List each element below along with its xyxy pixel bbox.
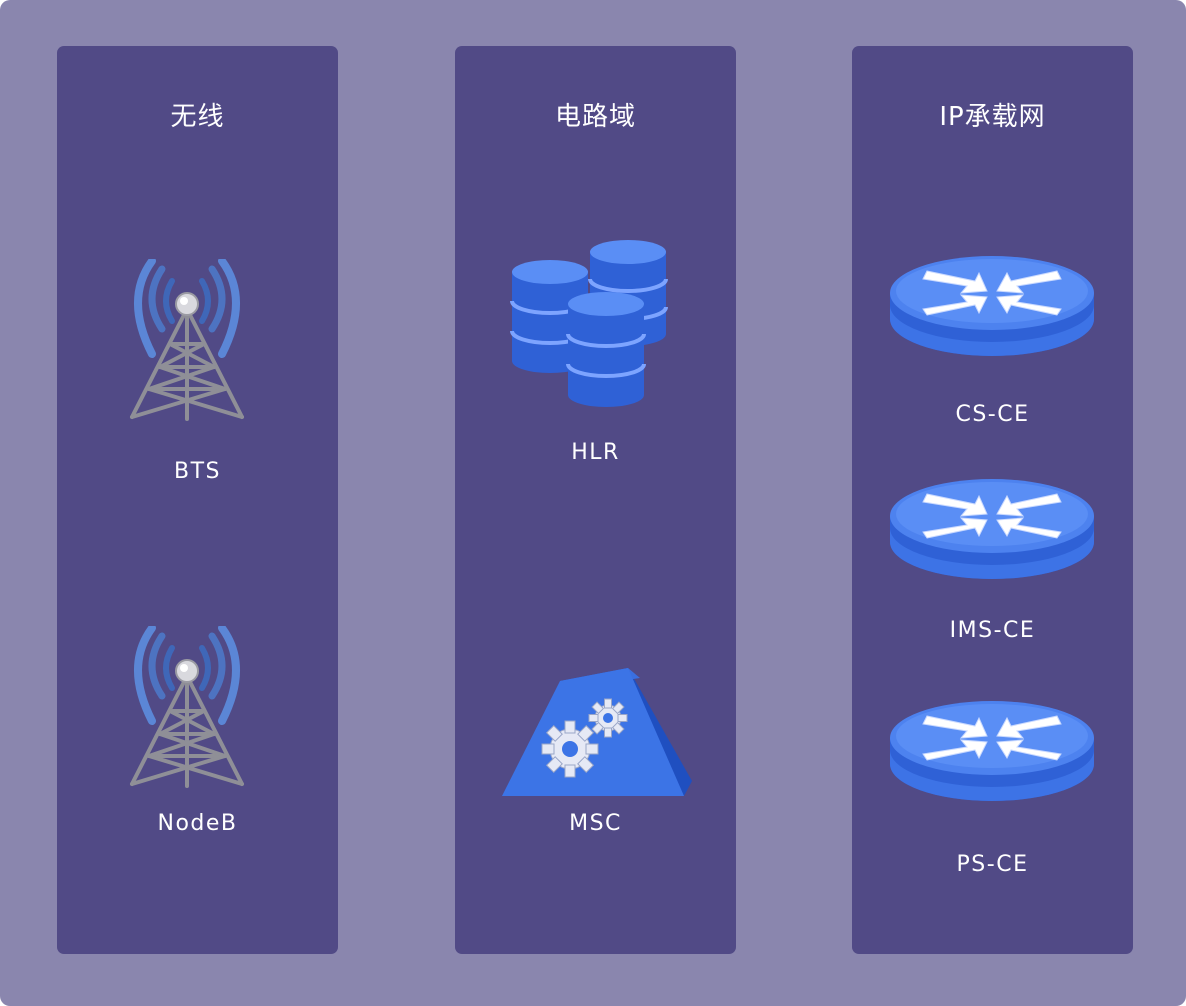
column-title: IP承载网 [939,102,1046,132]
column-circuit-domain: 电路域 HLR MSC [455,46,736,954]
diagram-canvas: 无线 BTS NodeB 电路域 HLR MSC IP承载网 CS-CE IMS… [0,0,1186,1006]
node-label-msc: MSC [569,811,622,836]
antenna-tower-icon [122,259,252,424]
gear-switch-icon [502,668,692,796]
column-title: 电路域 [554,102,636,132]
column-wireless: 无线 BTS NodeB [57,46,338,954]
router-icon [887,698,1097,808]
column-title: 无线 [170,102,225,132]
antenna-tower-icon [122,626,252,791]
column-ip-bearer-network: IP承载网 CS-CE IMS-CE PS-CE [852,46,1133,954]
node-label-ps-ce: PS-CE [956,852,1029,877]
node-label-bts: BTS [174,459,221,484]
node-label-hlr: HLR [571,440,620,465]
router-icon [887,476,1097,586]
node-label-ims-ce: IMS-CE [949,618,1036,643]
node-label-cs-ce: CS-CE [955,402,1030,427]
node-label-nodeb: NodeB [157,811,238,836]
database-icon [510,240,668,407]
router-icon [887,253,1097,363]
